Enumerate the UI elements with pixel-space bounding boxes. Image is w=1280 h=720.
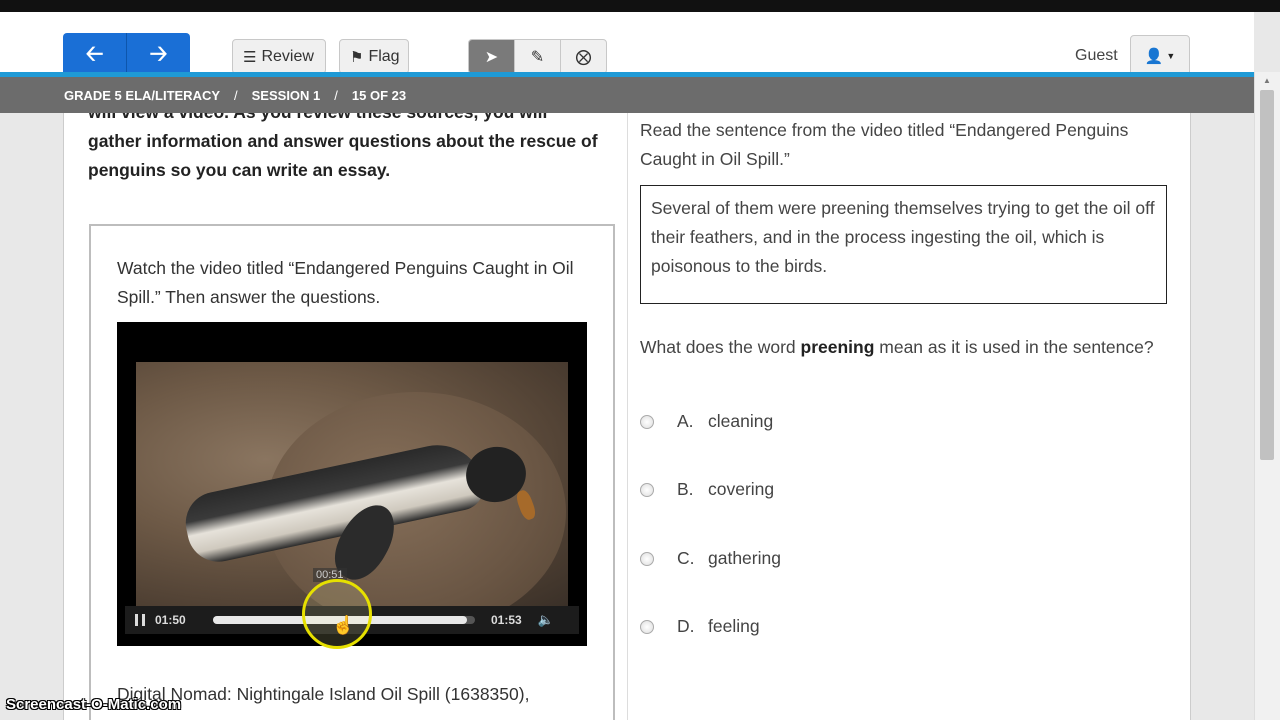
option-letter: A. (677, 411, 694, 431)
page-scrollbar[interactable]: ▲ (1254, 72, 1280, 720)
option-letter: C. (677, 548, 695, 568)
user-icon: 👤 (1144, 48, 1164, 65)
hand-cursor-icon: ☝ (332, 615, 355, 635)
current-time: 01:50 (155, 613, 186, 627)
caret-down-icon: ▼ (1166, 51, 1176, 61)
passage-intro: will view a video. As you review these s… (88, 113, 598, 180)
recorder-watermark: Screencast-O-Matic.com (6, 696, 182, 713)
review-button[interactable]: ☰ Review (232, 39, 326, 74)
scroll-up-icon[interactable]: ▲ (1263, 76, 1271, 85)
user-name: Guest (1075, 47, 1118, 64)
option-text: feeling (708, 616, 760, 636)
flag-button[interactable]: ⚑ Flag (339, 39, 409, 74)
option-text: cleaning (708, 411, 774, 431)
question-stem-end: mean as it is used in the sentence? (874, 337, 1154, 357)
pause-button[interactable] (125, 614, 155, 626)
pointer-tool-button[interactable]: ➤ (469, 40, 515, 73)
answer-option-c[interactable]: C. gathering (640, 548, 781, 569)
quoted-sentence: Several of them were preening themselves… (640, 185, 1167, 304)
question-prompt: Read the sentence from the video titled … (640, 120, 1129, 169)
toolbar: 🡠 🡢 ☰ Review ⚑ Flag ➤ ✎ ⨂ Guest 👤 ▼ (0, 12, 1254, 79)
radio-button[interactable] (640, 619, 654, 634)
arrow-left-icon: 🡠 (85, 41, 104, 66)
option-text: covering (708, 479, 775, 499)
breadcrumb-test: GRADE 5 ELA/LITERACY (64, 87, 221, 103)
breadcrumb: GRADE 5 ELA/LITERACY / SESSION 1 / 15 OF… (0, 77, 1254, 113)
pause-icon (135, 614, 138, 626)
column-divider (627, 113, 628, 720)
radio-button[interactable] (640, 482, 654, 497)
window-top-strip (0, 0, 1280, 12)
flag-icon: ⚑ (350, 48, 364, 66)
answer-option-b[interactable]: B. covering (640, 479, 774, 500)
test-content: will view a video. As you review these s… (63, 113, 1191, 720)
question-stem-start: What does the word (640, 337, 801, 357)
cursor-highlight (302, 579, 372, 649)
strikethrough-tool-button[interactable]: ⨂ (561, 40, 606, 73)
video-frame (136, 362, 568, 606)
answer-option-d[interactable]: D. feeling (640, 616, 760, 637)
video-instructions: Watch the video titled “Endangered Pengu… (117, 258, 574, 307)
breadcrumb-separator: / (334, 87, 338, 103)
arrow-right-icon: 🡢 (149, 41, 168, 66)
total-time: 01:53 (491, 613, 522, 627)
tool-mode-group: ➤ ✎ ⨂ (468, 39, 607, 74)
breadcrumb-session: SESSION 1 (251, 87, 321, 103)
review-label: Review (261, 47, 314, 65)
breadcrumb-position: 15 OF 23 (351, 87, 407, 103)
highlighter-tool-button[interactable]: ✎ (515, 40, 561, 73)
pointer-icon: ➤ (484, 48, 499, 66)
question-keyword: preening (800, 337, 875, 357)
option-text: gathering (708, 548, 781, 568)
video-source-credit: Digital Nomad: Nightingale Island Oil Sp… (117, 684, 530, 704)
video-player[interactable]: 00:51 01:50 01:53 🔈 ☝ (117, 322, 587, 649)
list-icon: ☰ (243, 48, 257, 66)
highlighter-icon: ✎ (530, 48, 545, 66)
breadcrumb-separator: / (234, 87, 238, 103)
answer-option-a[interactable]: A. cleaning (640, 411, 773, 432)
radio-button[interactable] (640, 414, 654, 429)
radio-button[interactable] (640, 551, 654, 566)
passage-panel: Watch the video titled “Endangered Pengu… (89, 224, 615, 720)
volume-icon[interactable]: 🔈 (531, 612, 561, 628)
user-menu-button[interactable]: 👤 ▼ (1130, 35, 1190, 77)
question-stem: What does the word preening mean as it i… (640, 333, 1160, 362)
flag-label: Flag (368, 47, 400, 65)
option-letter: D. (677, 616, 695, 636)
scrollbar-thumb[interactable] (1260, 90, 1274, 460)
option-letter: B. (677, 479, 694, 499)
close-circle-icon: ⨂ (575, 48, 592, 66)
